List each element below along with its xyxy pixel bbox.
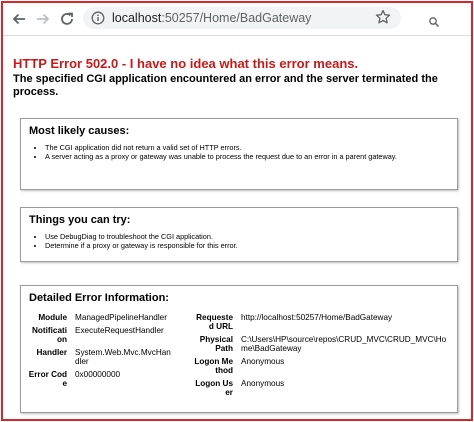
error-description: The specified CGI application encountere… (13, 73, 438, 98)
back-arrow-icon[interactable] (10, 10, 28, 28)
detail-value: C:\Users\HP\source\repos\CRUD_MVC\CRUD_M… (241, 335, 447, 353)
list-item: Use DebugDiag to troubleshoot the CGI ap… (45, 232, 445, 241)
detail-label: Physical Path (199, 335, 233, 353)
browser-window: localhost:50257/Home/BadGateway HTTP Err… (1, 1, 473, 421)
detail-value: System.Web.Mvc.MvcHandler (75, 348, 171, 366)
causes-list: The CGI application did not return a val… (21, 143, 445, 161)
detail-value: ExecuteRequestHandler (75, 326, 164, 335)
bookmark-star-icon[interactable] (375, 9, 391, 30)
info-icon[interactable] (91, 11, 105, 30)
tries-list: Use DebugDiag to troubleshoot the CGI ap… (21, 232, 445, 250)
reload-icon[interactable] (58, 10, 76, 28)
detail-label: Requested URL (196, 313, 233, 331)
error-title: HTTP Error 502.0 - I have no idea what t… (13, 56, 359, 71)
browser-toolbar: localhost:50257/Home/BadGateway (3, 3, 471, 36)
detail-label: Notification (31, 326, 67, 344)
search-icon[interactable] (429, 14, 440, 32)
list-item: A server acting as a proxy or gateway wa… (45, 152, 445, 161)
detail-value: http://localhost:50257/Home/BadGateway (241, 313, 393, 322)
causes-heading: Most likely causes: (29, 125, 130, 137)
forward-arrow-icon[interactable] (34, 10, 52, 28)
detail-label: Handler (36, 348, 67, 357)
url-host: localhost (112, 11, 162, 25)
tries-panel: Things you can try: Use DebugDiag to tro… (20, 207, 458, 262)
detail-label: Error Code (28, 370, 67, 388)
url-path: :50257/Home/BadGateway (161, 11, 312, 25)
detail-value: 0x00000000 (75, 370, 121, 379)
detail-value: Anonymous (241, 379, 285, 388)
detail-value: ManagedPipelineHandler (75, 313, 167, 322)
detail-value: Anonymous (241, 357, 285, 366)
list-item: Determine if a proxy or gateway is respo… (45, 241, 445, 250)
url-text[interactable]: localhost:50257/Home/BadGateway (112, 11, 311, 25)
tries-heading: Things you can try: (29, 214, 131, 226)
address-bar[interactable]: localhost:50257/Home/BadGateway (83, 7, 440, 30)
details-heading: Detailed Error Information: (29, 292, 169, 304)
detail-label: Module (38, 313, 67, 322)
details-panel: Detailed Error Information: Module Manag… (20, 285, 458, 413)
detail-label: Logon User (195, 379, 233, 397)
list-item: The CGI application did not return a val… (45, 143, 445, 152)
detail-label: Logon Method (194, 357, 233, 375)
causes-panel: Most likely causes: The CGI application … (20, 118, 458, 190)
